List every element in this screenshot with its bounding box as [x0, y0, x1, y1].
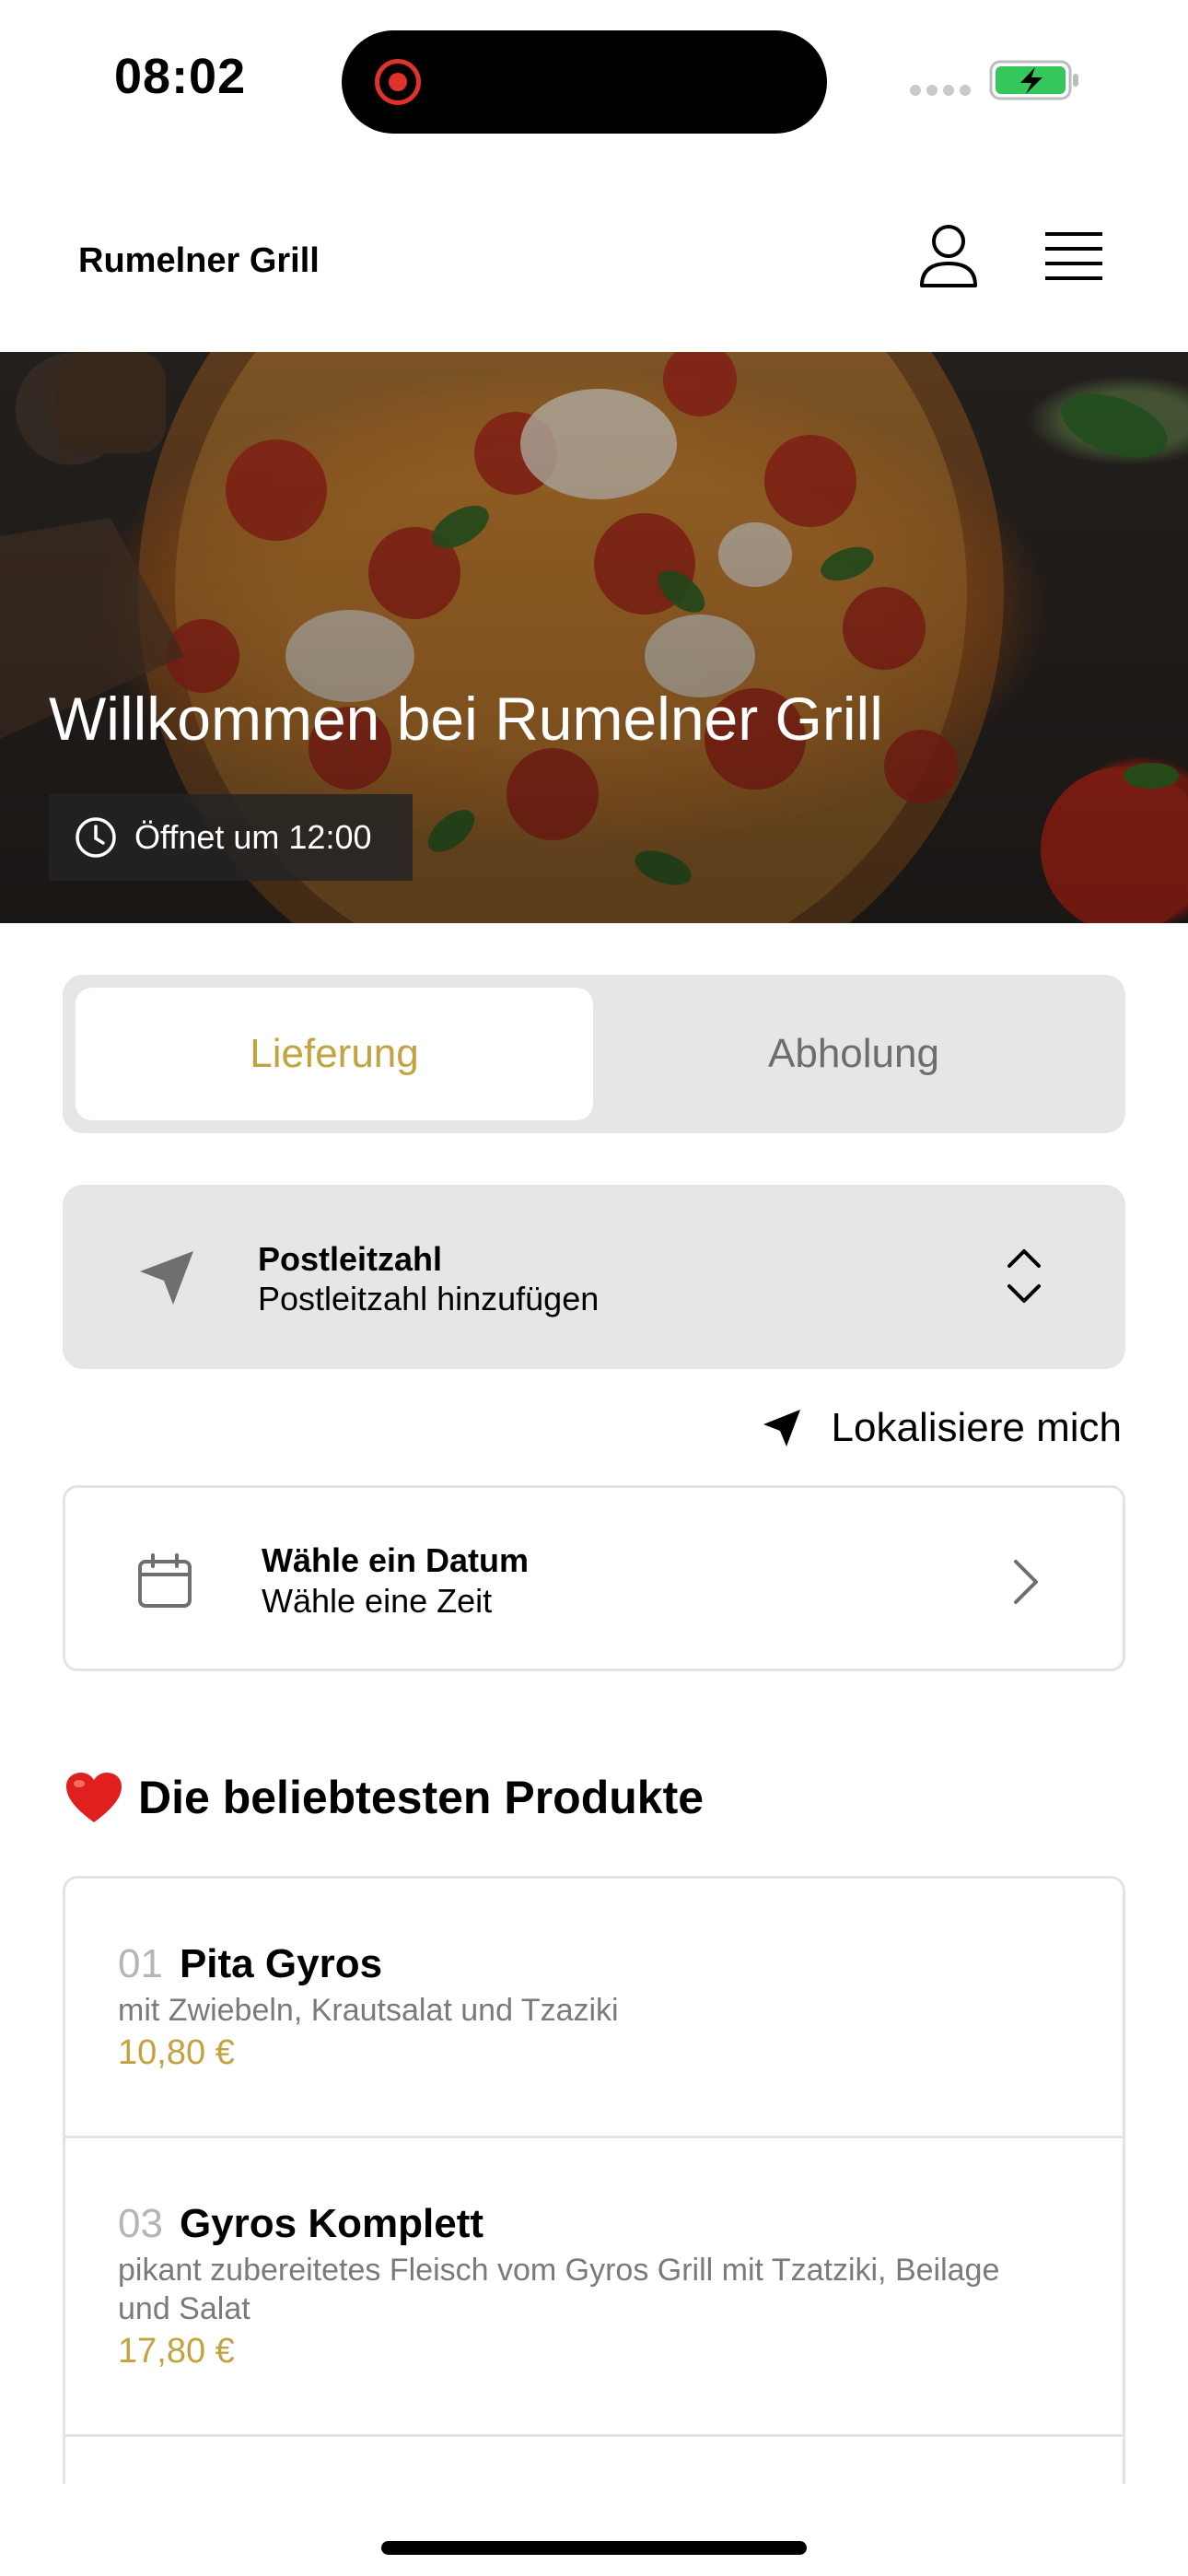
product-description: pikant zubereitetes Fleisch vom Gyros Gr…	[118, 2253, 1000, 2326]
date-label: Wähle ein Datum	[262, 1541, 530, 1579]
section-title: Die beliebtesten Produkte	[138, 1772, 705, 1823]
battery-charging-icon	[989, 60, 1078, 100]
clock-icon	[76, 817, 116, 858]
postcode-label: Postleitzahl	[258, 1240, 443, 1278]
product-price: 17,80 €	[118, 2332, 235, 2371]
chevron-up-down-icon	[1007, 1249, 1041, 1303]
product-price: 10,80 €	[118, 2033, 235, 2072]
calendar-icon	[138, 1553, 192, 1608]
home-indicator[interactable]	[381, 2541, 807, 2555]
product-number: 03	[118, 2201, 163, 2246]
product-list: 01 Pita Gyros mit Zwiebeln, Krautsalat u…	[63, 1876, 1125, 2484]
tab-delivery[interactable]: Lieferung	[76, 988, 593, 1120]
recording-indicator-icon	[375, 59, 421, 105]
tab-pickup[interactable]: Abholung	[595, 988, 1112, 1120]
locate-me-button[interactable]: Lokalisiere mich	[760, 1400, 1122, 1456]
dynamic-island	[342, 30, 827, 134]
hero-title: Willkommen bei Rumelner Grill	[49, 685, 883, 753]
postcode-input[interactable]: Postleitzahl hinzufügen	[258, 1280, 599, 1318]
product-item[interactable]: 01 Pita Gyros mit Zwiebeln, Krautsalat u…	[65, 1879, 1123, 2138]
date-time-picker[interactable]: Wähle ein Datum Wähle eine Zeit	[63, 1485, 1125, 1671]
chevron-right-icon	[1014, 1560, 1038, 1604]
heart-icon	[66, 1773, 122, 1822]
product-heading: 01 Pita Gyros	[118, 1941, 382, 1987]
time-label: Wähle eine Zeit	[262, 1582, 493, 1620]
opening-hours-badge: Öffnet um 12:00	[49, 794, 413, 881]
user-icon[interactable]	[918, 223, 979, 289]
order-type-toggle: Lieferung Abholung	[63, 975, 1125, 1133]
postcode-selector[interactable]: Postleitzahl Postleitzahl hinzufügen	[63, 1185, 1125, 1369]
location-arrow-icon	[140, 1251, 193, 1305]
signal-icon	[910, 85, 973, 98]
app-header: Rumelner Grill	[0, 157, 1188, 352]
hero-banner: Willkommen bei Rumelner Grill Öffnet um …	[0, 352, 1188, 923]
product-name: Gyros Komplett	[179, 2201, 483, 2246]
product-description: mit Zwiebeln, Krautsalat und Tzaziki	[118, 1993, 619, 2028]
locate-me-label: Lokalisiere mich	[831, 1405, 1122, 1450]
menu-icon[interactable]	[1043, 228, 1104, 284]
status-bar: 08:02	[0, 0, 1188, 157]
product-name: Pita Gyros	[179, 1941, 383, 1986]
status-time: 08:02	[114, 49, 247, 104]
product-number: 01	[118, 1941, 163, 1986]
brand-name[interactable]: Rumelner Grill	[78, 241, 320, 281]
popular-products-heading: Die beliebtesten Produkte	[64, 1765, 704, 1830]
product-item[interactable]: 03 Gyros Komplett pikant zubereitetes Fl…	[65, 2138, 1123, 2437]
opening-hours-text: Öffnet um 12:00	[134, 818, 372, 856]
location-arrow-icon	[763, 1410, 800, 1446]
product-heading: 03 Gyros Komplett	[118, 2201, 483, 2247]
